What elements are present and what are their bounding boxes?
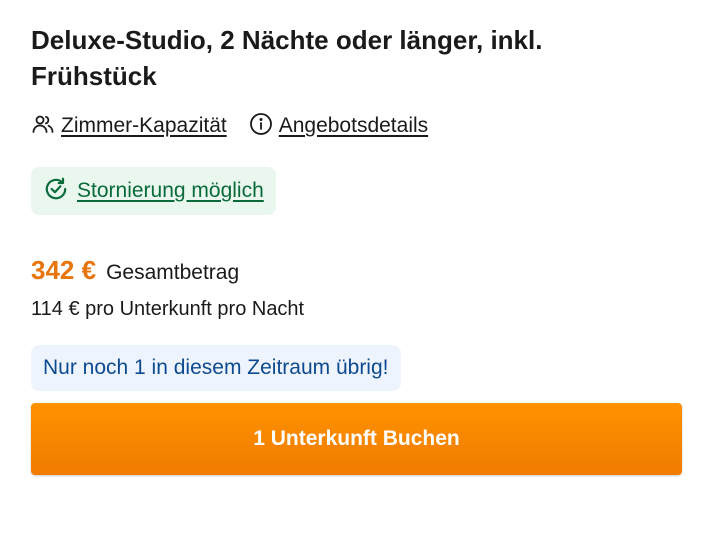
total-price: 342 €: [31, 255, 97, 285]
people-icon: [31, 112, 61, 141]
details-link-label: Angebotsdetails: [278, 114, 429, 137]
offer-title: Deluxe-Studio, 2 Nächte oder länger, ink…: [31, 25, 543, 91]
capacity-link-label: Zimmer-Kapazität: [61, 114, 227, 137]
book-button[interactable]: 1 Unterkunft Buchen: [31, 403, 682, 475]
total-price-label: Gesamtbetrag: [106, 261, 240, 284]
refresh-check-icon: [43, 176, 77, 207]
offer-links: Zimmer-Kapazität Angebotsdetails: [31, 111, 682, 141]
price-row: 342 € Gesamtbetrag: [31, 255, 682, 286]
scarcity-text: Nur noch 1 in diesem Zeitraum übrig!: [43, 356, 389, 379]
cancellation-label: Stornierung möglich: [77, 179, 264, 202]
details-link[interactable]: Angebotsdetails: [249, 112, 428, 141]
info-icon: [249, 112, 279, 141]
scarcity-notice: Nur noch 1 in diesem Zeitraum übrig!: [31, 345, 401, 391]
cancellation-badge[interactable]: Stornierung möglich: [31, 167, 276, 215]
capacity-link[interactable]: Zimmer-Kapazität: [31, 112, 227, 141]
offer-card: Deluxe-Studio, 2 Nächte oder länger, ink…: [31, 22, 682, 475]
per-night-price: 114 € pro Unterkunft pro Nacht: [31, 298, 305, 320]
